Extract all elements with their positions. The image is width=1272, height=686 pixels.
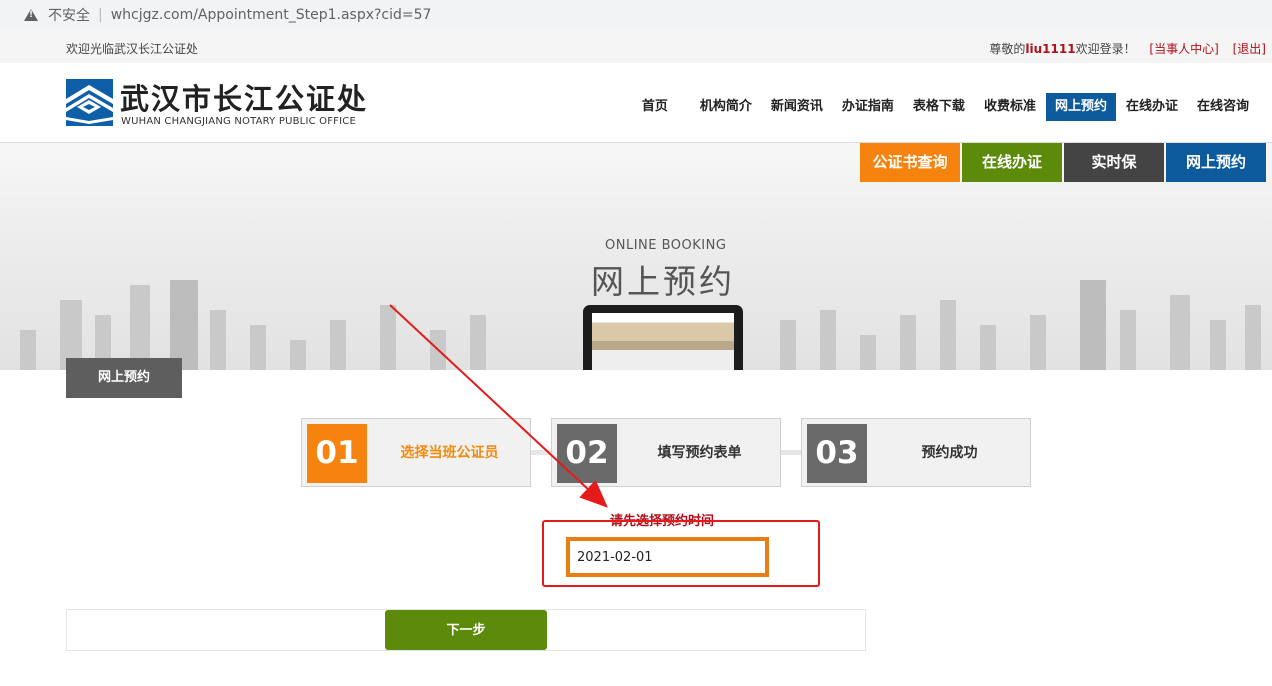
address-bar[interactable]: 不安全 | whcjgz.com/Appointment_Step1.aspx?…	[0, 0, 1272, 29]
nav-item-about[interactable]: 机构简介	[691, 93, 761, 121]
date-input[interactable]	[566, 537, 769, 577]
greeting-suffix: 欢迎登录！	[1075, 42, 1136, 56]
step-label: 填写预约表单	[657, 445, 742, 461]
nav-item-consult[interactable]: 在线咨询	[1188, 93, 1258, 121]
step-number: 02	[557, 424, 617, 483]
warning-icon[interactable]	[24, 8, 38, 21]
quick-online-service-button[interactable]: 在线办证	[962, 143, 1062, 182]
top-welcome-bar: 欢迎光临武汉长江公证处 尊敬的liu1111欢迎登录！ [当事人中心] [退出]	[0, 29, 1272, 63]
step-label: 预约成功	[921, 445, 978, 461]
nav-item-fees[interactable]: 收费标准	[975, 93, 1045, 121]
quick-realtime-button[interactable]: 实时保	[1064, 143, 1164, 182]
user-area: 尊敬的liu1111欢迎登录！ [当事人中心] [退出]	[989, 40, 1266, 57]
nav-item-home[interactable]: 首页	[642, 93, 690, 121]
quick-booking-button[interactable]: 网上预约	[1166, 143, 1266, 182]
section-tab: 网上预约	[66, 358, 182, 398]
quick-cert-query-button[interactable]: 公证书查询	[860, 143, 960, 182]
banner-title-en: ONLINE BOOKING	[605, 238, 727, 253]
step-1: 01 选择当班公证员	[301, 418, 531, 487]
site-header: 武汉市长江公证处 WUHAN CHANGJIANG NOTARY PUBLIC …	[0, 63, 1272, 143]
step-number: 03	[807, 424, 867, 483]
url-text[interactable]: whcjgz.com/Appointment_Step1.aspx?cid=57	[111, 7, 432, 23]
nav-item-online-service[interactable]: 在线办证	[1117, 93, 1187, 121]
security-label[interactable]: 不安全	[48, 5, 90, 25]
greeting-prefix: 尊敬的	[989, 42, 1026, 56]
nav-item-forms[interactable]: 表格下载	[904, 93, 974, 121]
nav-item-guide[interactable]: 办证指南	[833, 93, 903, 121]
username: liu1111	[1025, 42, 1076, 56]
next-step-button[interactable]: 下一步	[385, 610, 547, 650]
step-3: 03 预约成功	[801, 418, 1031, 487]
address-separator: |	[98, 6, 103, 23]
main-nav: 首页 机构简介 新闻资讯 办证指南 表格下载 收费标准 网上预约 在线办证 在线…	[641, 93, 1258, 121]
nav-item-booking[interactable]: 网上预约	[1045, 93, 1116, 121]
logo-name-en: WUHAN CHANGJIANG NOTARY PUBLIC OFFICE	[121, 116, 356, 127]
step-connector	[781, 450, 801, 455]
logo-icon[interactable]	[66, 79, 113, 126]
logout-link[interactable]: [退出]	[1233, 42, 1266, 56]
welcome-text: 欢迎光临武汉长江公证处	[66, 42, 199, 56]
banner: 公证书查询 在线办证 实时保 网上预约 ONLINE BOOKING 网上预约	[0, 143, 1272, 370]
step-2: 02 填写预约表单	[551, 418, 781, 487]
step-label: 选择当班公证员	[400, 445, 499, 461]
laptop-image	[583, 305, 743, 370]
logo-name-cn[interactable]: 武汉市长江公证处	[120, 76, 368, 118]
step-number: 01	[307, 424, 367, 483]
step-connector	[531, 450, 551, 455]
client-center-link[interactable]: [当事人中心]	[1149, 42, 1218, 56]
banner-title-cn: 网上预约	[591, 262, 735, 301]
nav-item-news[interactable]: 新闻资讯	[762, 93, 832, 121]
